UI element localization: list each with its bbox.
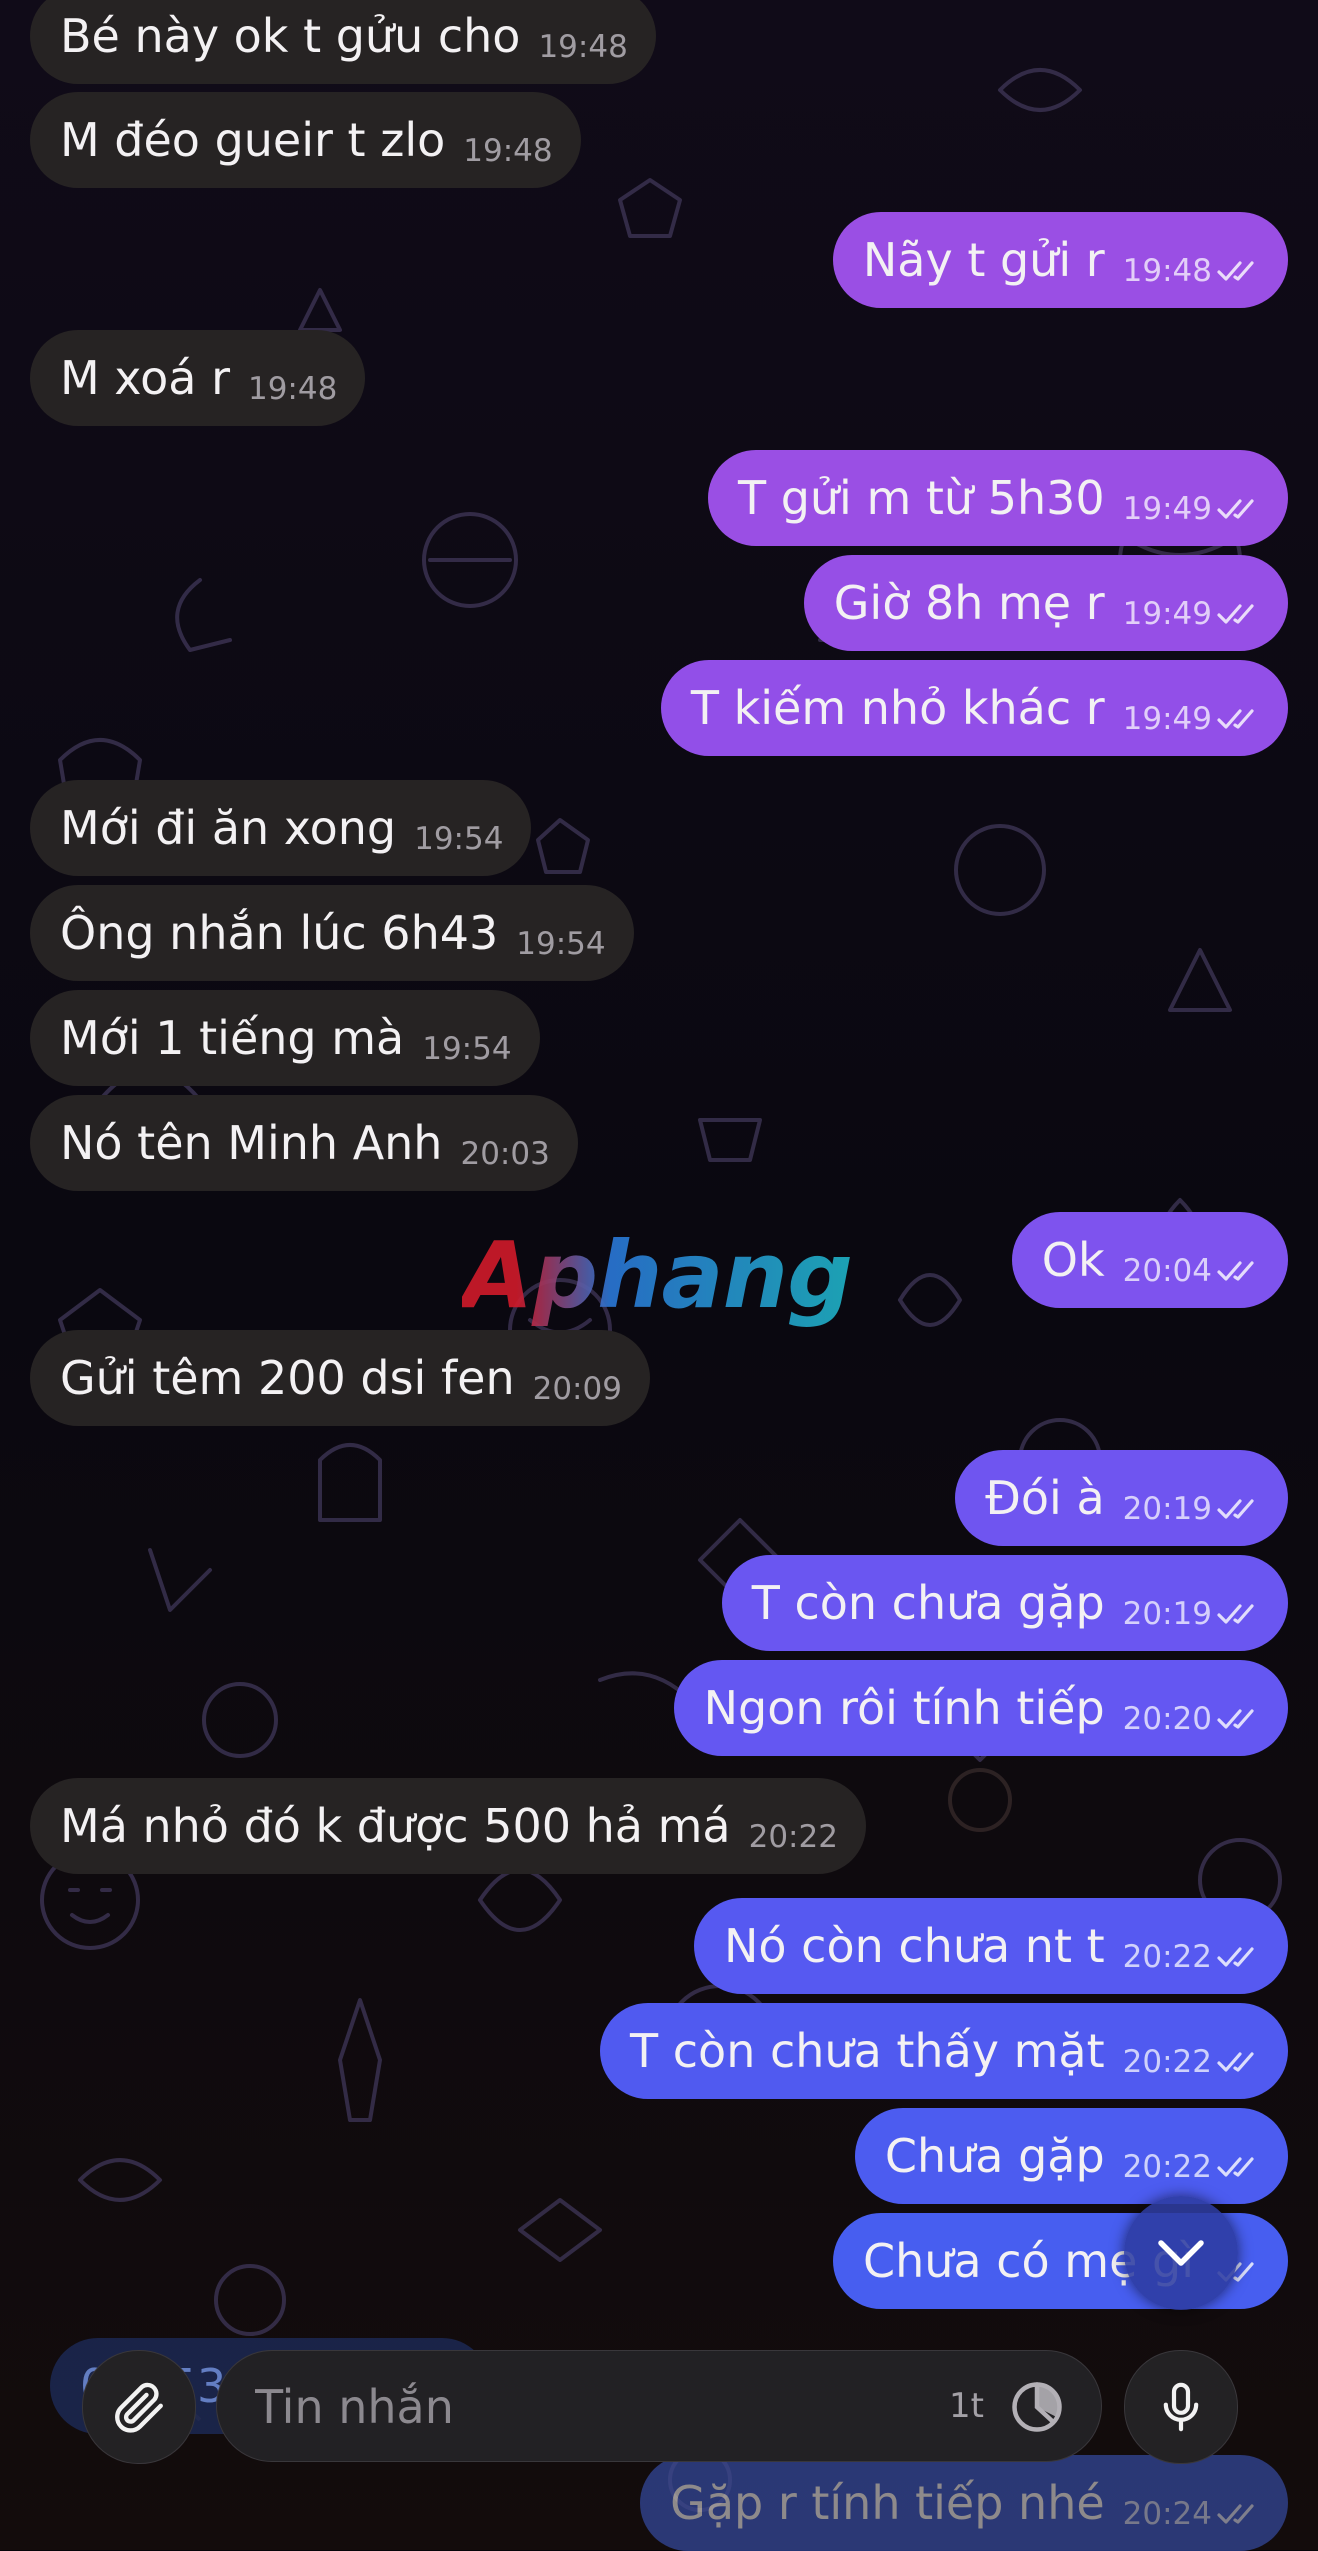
message-bubble-incoming[interactable]: Ông nhắn lúc 6h43 19:54 — [30, 885, 634, 981]
message-time: 19:49 — [1123, 491, 1260, 527]
message-text: Mới đi ăn xong — [60, 801, 397, 855]
message-bubble-incoming[interactable]: M xoá r 19:48 — [30, 330, 366, 426]
voice-message-button[interactable] — [1124, 2350, 1238, 2464]
message-time: 20:22 — [748, 1819, 838, 1855]
double-check-icon — [1217, 499, 1254, 519]
message-bubble-outgoing[interactable]: T kiếm nhỏ khác r 19:49 — [660, 660, 1288, 756]
message-time: 19:54 — [422, 1031, 512, 1067]
double-check-icon — [1217, 1261, 1254, 1281]
message-text: T kiếm nhỏ khác r — [690, 681, 1105, 735]
message-text: Chưa gặp — [884, 2129, 1105, 2183]
message-time: 19:48 — [463, 133, 553, 169]
message-time: 19:48 — [538, 29, 628, 65]
message-bubble-outgoing[interactable]: T gửi m từ 5h30 19:49 — [707, 450, 1288, 546]
message-text: Nãy t gửi r — [862, 233, 1105, 287]
message-time: 20:20 — [1123, 1701, 1260, 1737]
message-bubble-partial[interactable]: Gặp r tính tiếp nhé 20:24 — [640, 2455, 1288, 2551]
message-bubble-outgoing[interactable]: Đói à 20:19 — [955, 1450, 1288, 1546]
self-destruct-timer-label[interactable]: 1t — [949, 2351, 984, 2461]
message-text: Ngon rôi tính tiếp — [703, 1681, 1105, 1735]
message-text: Gửi têm 200 dsi fen — [60, 1351, 515, 1405]
message-bubble-incoming[interactable]: Bé này ok t gửu cho 19:48 — [30, 0, 656, 84]
double-check-icon — [1217, 709, 1254, 729]
message-bubble-outgoing[interactable]: Chưa gặp 20:22 — [854, 2108, 1288, 2204]
message-bubble-outgoing[interactable]: Nãy t gửi r 19:48 — [832, 212, 1288, 308]
message-text: Ok — [1041, 1233, 1105, 1287]
message-time: 20:03 — [460, 1136, 550, 1172]
message-time: 20:04 — [1123, 1253, 1260, 1289]
double-check-icon — [1217, 1947, 1254, 1967]
message-time: 20:22 — [1123, 1939, 1260, 1975]
message-time: 19:48 — [1123, 253, 1260, 289]
message-bubble-outgoing[interactable]: T còn chưa thấy mặt 20:22 — [600, 2003, 1288, 2099]
message-bubble-incoming[interactable]: Má nhỏ đó k được 500 hả má 20:22 — [30, 1778, 866, 1874]
message-text: Mới 1 tiếng mà — [60, 1011, 405, 1065]
message-text: Má nhỏ đó k được 500 hả má — [60, 1799, 731, 1853]
message-bubble-outgoing[interactable]: Giờ 8h mẹ r 19:49 — [803, 555, 1288, 651]
message-bubble-incoming[interactable]: Mới 1 tiếng mà 19:54 — [30, 990, 540, 1086]
message-text: Nó còn chưa nt t — [724, 1919, 1105, 1973]
message-time: 19:49 — [1123, 596, 1260, 632]
message-text: T gửi m từ 5h30 — [737, 471, 1105, 525]
message-bubble-incoming[interactable]: Mới đi ăn xong 19:54 — [30, 780, 532, 876]
timer-icon[interactable] — [1007, 2377, 1067, 2437]
watermark-logo: Aphang — [462, 1222, 853, 1329]
message-time: 19:49 — [1123, 701, 1260, 737]
message-text: T còn chưa gặp — [751, 1576, 1105, 1630]
double-check-icon — [1217, 2504, 1254, 2524]
message-bubble-incoming[interactable]: M đéo gueir t zlo 19:48 — [30, 92, 581, 188]
message-time: 20:19 — [1123, 1596, 1260, 1632]
paperclip-icon — [115, 2382, 163, 2433]
message-text: M đéo gueir t zlo — [60, 113, 446, 167]
attach-button[interactable] — [82, 2350, 196, 2464]
message-bubble-outgoing[interactable]: T còn chưa gặp 20:19 — [721, 1555, 1288, 1651]
message-bubble-incoming[interactable]: Gửi têm 200 dsi fen 20:09 — [30, 1330, 650, 1426]
double-check-icon — [1217, 2157, 1254, 2177]
double-check-icon — [1217, 1604, 1254, 1624]
message-text: Ông nhắn lúc 6h43 — [60, 906, 499, 960]
message-text: M xoá r — [60, 351, 230, 405]
message-text: Nó tên Minh Anh — [60, 1116, 443, 1170]
double-check-icon — [1217, 2052, 1254, 2072]
message-text: Đói à — [985, 1471, 1105, 1525]
message-text: Giờ 8h mẹ r — [833, 576, 1105, 630]
message-time: 19:48 — [247, 371, 338, 407]
microphone-icon — [1163, 2382, 1199, 2432]
message-time: 19:54 — [516, 926, 606, 962]
scroll-to-bottom-button[interactable] — [1124, 2196, 1238, 2310]
message-time: 20:09 — [532, 1371, 622, 1407]
message-bubble-outgoing[interactable]: Ngon rôi tính tiếp 20:20 — [673, 1660, 1288, 1756]
message-input[interactable] — [253, 2351, 897, 2463]
chevron-down-icon — [1158, 2240, 1204, 2266]
message-bubble-outgoing[interactable]: Ok 20:04 — [1011, 1212, 1288, 1308]
double-check-icon — [1217, 261, 1254, 281]
message-time: 20:19 — [1123, 1491, 1260, 1527]
message-text: Gặp r tính tiếp nhé — [670, 2476, 1105, 2530]
message-bubble-outgoing[interactable]: Nó còn chưa nt t 20:22 — [694, 1898, 1288, 1994]
message-bubble-incoming[interactable]: Nó tên Minh Anh 20:03 — [30, 1095, 578, 1191]
double-check-icon — [1217, 1709, 1254, 1729]
message-text: Bé này ok t gửu cho — [60, 9, 521, 63]
message-time: 20:22 — [1123, 2044, 1260, 2080]
message-time: 20:22 — [1123, 2149, 1260, 2185]
message-time: 19:54 — [414, 821, 504, 857]
double-check-icon — [1217, 604, 1254, 624]
double-check-icon — [1217, 1499, 1254, 1519]
message-composer: 1t — [216, 2350, 1102, 2463]
message-time: 20:24 — [1123, 2496, 1260, 2532]
message-text: T còn chưa thấy mặt — [630, 2024, 1105, 2078]
